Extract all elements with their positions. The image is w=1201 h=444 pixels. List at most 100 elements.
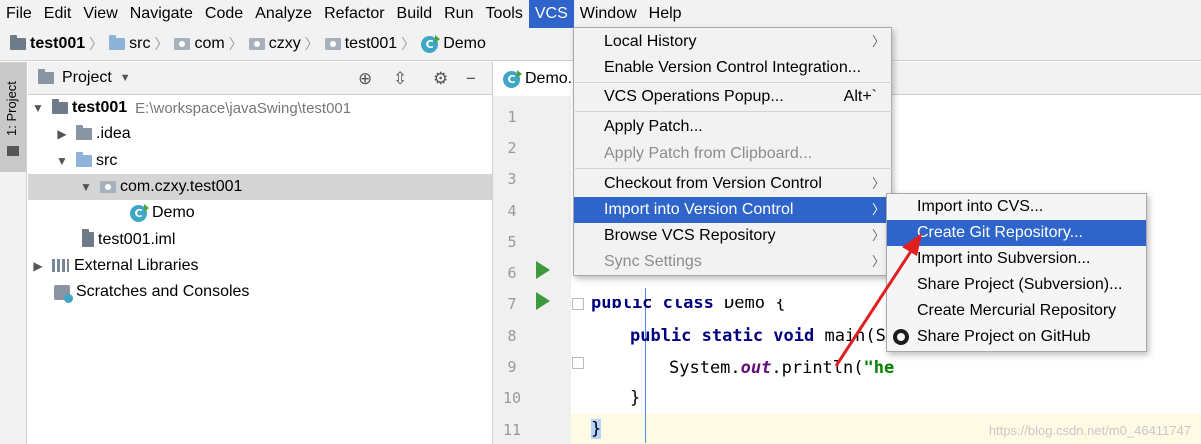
java-class-icon: C [421, 34, 441, 53]
package-icon [248, 38, 265, 50]
tree-node-test001[interactable]: ▼ test001 E:\workspace\javaSwing\test001 [28, 95, 492, 121]
package-icon [324, 38, 341, 50]
main-menu-bar: File Edit View Navigate Code Analyze Ref… [0, 0, 1201, 28]
menu-item-browse-vcs-repository[interactable]: Browse VCS Repository 〉 [574, 223, 891, 249]
code-line-10: } [591, 419, 602, 439]
menu-item-apply-patch[interactable]: Apply Patch... [574, 114, 891, 140]
menu-navigate[interactable]: Navigate [124, 0, 199, 28]
menu-build[interactable]: Build [391, 0, 439, 28]
left-tool-stripe: 1: Project [0, 62, 27, 444]
expand-arrow-icon[interactable]: ▼ [54, 154, 70, 168]
expand-arrow-icon[interactable]: ▼ [78, 180, 94, 194]
menu-item-import-into-cvs[interactable]: Import into CVS... [887, 194, 1146, 220]
gear-icon[interactable]: ⚙ [433, 69, 448, 89]
folder-icon [76, 125, 92, 141]
menu-window[interactable]: Window [574, 0, 643, 28]
package-icon [100, 181, 116, 194]
java-class-icon: C [130, 203, 149, 222]
menu-run[interactable]: Run [438, 0, 479, 28]
menu-help[interactable]: Help [643, 0, 688, 28]
project-tool-label: 1: Project [4, 81, 19, 136]
line-number: 6 [507, 264, 517, 282]
vcs-menu: Local History 〉 Enable Version Control I… [573, 27, 892, 276]
chevron-right-icon: 〉 [304, 36, 319, 52]
tree-node-src[interactable]: ▼ src [28, 148, 492, 174]
chevron-right-icon: 〉 [871, 254, 885, 269]
package-icon [174, 38, 191, 50]
expand-arrow-icon[interactable]: ▼ [30, 101, 46, 115]
menu-item-create-mercurial-repository[interactable]: Create Mercurial Repository [887, 298, 1146, 324]
chevron-right-icon: 〉 [871, 34, 885, 49]
menu-item-create-git-repository[interactable]: Create Git Repository... [887, 220, 1146, 246]
menu-item-import-into-subversion[interactable]: Import into Subversion... [887, 246, 1146, 272]
project-tree: ▼ test001 E:\workspace\javaSwing\test001… [28, 95, 492, 305]
menu-item-apply-patch-clipboard: Apply Patch from Clipboard... [604, 145, 813, 162]
line-number: 2 [507, 139, 517, 157]
line-number: 7 [507, 295, 517, 313]
menu-refactor[interactable]: Refactor [318, 0, 390, 28]
menu-code[interactable]: Code [199, 0, 249, 28]
chevron-right-icon: 〉 [228, 36, 243, 52]
menu-separator [575, 82, 892, 83]
line-number: 1 [507, 108, 517, 126]
shortcut-label: Alt+` [843, 88, 877, 105]
iml-file-icon [82, 229, 94, 248]
code-line-8: System.out.println("he [669, 358, 895, 378]
locate-target-icon[interactable]: ⊕ [358, 69, 372, 89]
menu-file[interactable]: File [0, 0, 38, 28]
menu-analyze[interactable]: Analyze [249, 0, 318, 28]
github-icon [893, 329, 909, 345]
menu-edit[interactable]: Edit [38, 0, 78, 28]
run-class-icon[interactable] [536, 261, 550, 279]
chevron-right-icon: 〉 [871, 176, 885, 191]
menu-item-checkout-from-vcs[interactable]: Checkout from Version Control 〉 [574, 171, 891, 197]
chevron-right-icon: 〉 [154, 36, 169, 52]
menu-item-local-history[interactable]: Local History 〉 [574, 29, 891, 55]
line-number: 9 [507, 358, 517, 376]
run-method-icon[interactable] [536, 292, 550, 310]
import-into-vcs-submenu: Import into CVS... Create Git Repository… [886, 193, 1147, 352]
hide-icon[interactable]: − [466, 69, 476, 89]
collapse-all-icon[interactable]: ⇳ [393, 69, 407, 89]
project-view-selector[interactable]: Project [62, 69, 112, 87]
project-view-icon [38, 69, 54, 84]
project-tool-window-button[interactable]: 1: Project [0, 62, 26, 172]
menu-separator [575, 168, 892, 169]
collapsed-arrow-icon[interactable]: ▶ [54, 127, 70, 141]
breadcrumb-item-project[interactable]: test001 〉 [10, 34, 109, 54]
tree-node-external-libraries[interactable]: ▶ External Libraries [28, 253, 492, 279]
menu-item-vcs-operations-popup[interactable]: VCS Operations Popup... Alt+` [574, 84, 891, 110]
breadcrumb-item-com[interactable]: com 〉 [174, 34, 248, 54]
tree-node-iml[interactable]: test001.iml [28, 226, 492, 252]
folder-icon [7, 146, 19, 156]
menu-item-import-into-vcs[interactable]: Import into Version Control 〉 [574, 197, 891, 223]
libraries-icon [52, 259, 69, 273]
menu-item-sync-settings: Sync Settings 〉 [574, 249, 891, 275]
menu-item-share-on-github[interactable]: Share Project on GitHub [887, 324, 1146, 350]
menu-view[interactable]: View [77, 0, 123, 28]
tree-node-scratches[interactable]: Scratches and Consoles [28, 279, 492, 305]
breadcrumb-item-demo[interactable]: C Demo [421, 34, 486, 53]
scratches-icon [54, 284, 73, 303]
code-line-9: } [630, 388, 641, 408]
project-panel: Project ▼ ⊕ ⇳ ⚙ − ▼ test001 E:\workspace… [28, 62, 493, 444]
line-number: 3 [507, 170, 517, 188]
breadcrumb-item-czxy[interactable]: czxy 〉 [248, 34, 325, 54]
tree-node-idea[interactable]: ▶ .idea [28, 121, 492, 147]
line-number: 5 [507, 233, 517, 251]
tree-node-demo[interactable]: C Demo [28, 200, 492, 226]
editor-tab-demo[interactable]: C Demo. [493, 62, 577, 96]
menu-item-share-project-subversion[interactable]: Share Project (Subversion)... [887, 272, 1146, 298]
source-folder-icon [109, 35, 126, 50]
menu-vcs[interactable]: VCS [528, 0, 574, 28]
breadcrumb-item-test001[interactable]: test001 〉 [324, 34, 421, 54]
menu-tools[interactable]: Tools [479, 0, 528, 28]
tree-node-package[interactable]: ▼ com.czxy.test001 [28, 173, 492, 201]
line-number: 10 [502, 389, 522, 407]
watermark: https://blog.csdn.net/m0_46411747 [988, 423, 1191, 438]
collapsed-arrow-icon[interactable]: ▶ [30, 259, 46, 273]
line-number: 8 [507, 327, 517, 345]
menu-item-enable-vcs-integration[interactable]: Enable Version Control Integration... [574, 55, 891, 81]
dropdown-arrow-icon[interactable]: ▼ [120, 72, 131, 84]
breadcrumb-item-src[interactable]: src 〉 [109, 34, 174, 54]
